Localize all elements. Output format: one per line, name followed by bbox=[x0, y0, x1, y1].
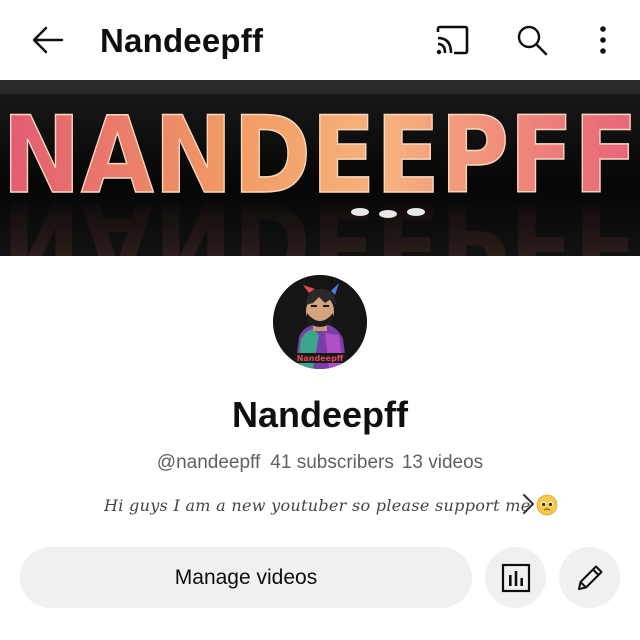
more-vert-icon bbox=[600, 26, 606, 54]
search-icon bbox=[517, 25, 548, 56]
cast-icon bbox=[436, 25, 469, 55]
channel-name: Nandeepff bbox=[231, 394, 408, 435]
banner-reflection: NANDEEPFF bbox=[2, 179, 638, 256]
edit-channel-button[interactable] bbox=[559, 547, 620, 608]
description-text: Hi guys I am a new youtuber so please su… bbox=[104, 495, 531, 515]
manage-videos-button[interactable]: Manage videos bbox=[20, 547, 472, 608]
chevron-right-icon bbox=[523, 494, 534, 514]
back-button[interactable] bbox=[26, 20, 70, 60]
more-options-button[interactable] bbox=[581, 18, 625, 62]
avatar-caption: Nandeepff bbox=[297, 354, 344, 363]
search-button[interactable] bbox=[510, 18, 554, 62]
analytics-icon bbox=[501, 563, 530, 592]
channel-meta: @nandeepff 41 subscribers 13 videos bbox=[0, 452, 640, 474]
description-expand-button[interactable] bbox=[516, 489, 540, 519]
cast-button[interactable] bbox=[430, 18, 474, 62]
page-title: Nandeepff bbox=[100, 22, 264, 59]
back-arrow-icon bbox=[32, 26, 64, 54]
channel-handle: @nandeepff bbox=[156, 452, 261, 473]
top-app-bar: Nandeepff bbox=[0, 0, 640, 80]
analytics-button[interactable] bbox=[485, 547, 546, 608]
video-count: 13 videos bbox=[401, 452, 484, 473]
channel-description[interactable]: Hi guys I am a new youtuber so please su… bbox=[104, 490, 558, 520]
subscriber-count: 41 subscribers bbox=[270, 452, 394, 473]
channel-avatar[interactable]: Nandeepff bbox=[273, 275, 367, 369]
pencil-icon bbox=[577, 565, 602, 590]
channel-banner: NANDEEPFF NANDEEPFF bbox=[0, 80, 640, 256]
